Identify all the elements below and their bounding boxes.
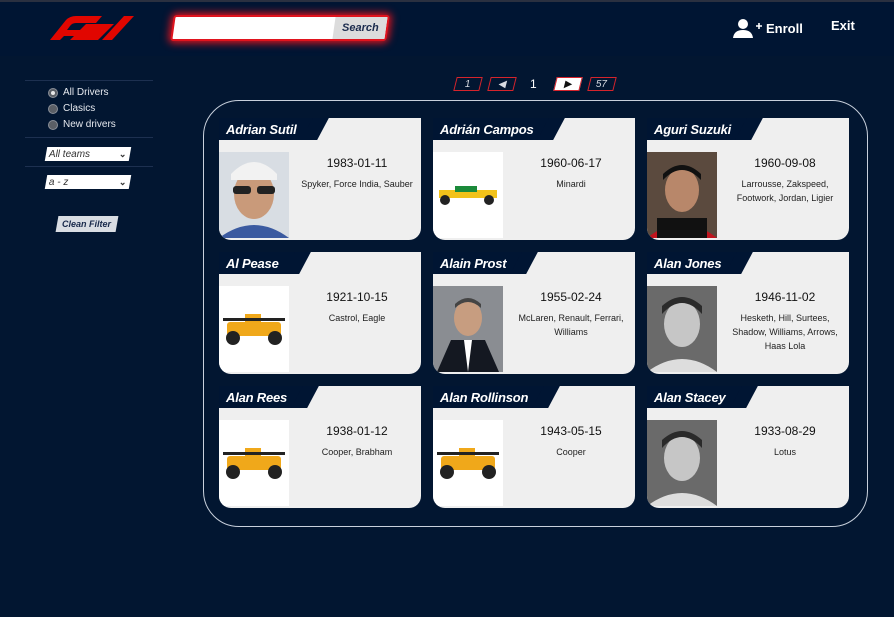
team-select-value: All teams	[49, 148, 91, 160]
driver-name: Alain Prost	[440, 255, 507, 271]
driver-name-banner: Adrian Sutil	[219, 118, 315, 140]
driver-name: Alan Rollinson	[440, 389, 529, 405]
driver-card[interactable]: Adrián Campos 1960-06-17 Minardi	[433, 118, 635, 240]
driver-birth-date: 1933-08-29	[754, 424, 816, 438]
driver-name-banner: Alain Prost	[433, 252, 525, 274]
radio-new-drivers[interactable]: New drivers	[48, 119, 116, 130]
driver-card[interactable]: Alan Jones 1946-11-02 Hesketh, Hill, Surt…	[647, 252, 849, 374]
driver-birth-date: 1960-09-08	[754, 156, 816, 170]
driver-teams: Spyker, Force India, Sauber	[301, 179, 413, 189]
driver-card[interactable]: Alan Rees 1938-01-12 Cooper, Brabham	[219, 386, 421, 508]
driver-card[interactable]: Alan Stacey 1933-08-29 Lotus	[647, 386, 849, 508]
next-page-button[interactable]: ▶	[553, 77, 583, 91]
driver-card[interactable]: Aguri Suzuki 1960-09-08 Larrousse, Zakspe…	[647, 118, 849, 240]
driver-teams: Minardi	[556, 179, 586, 189]
clean-filter-label: Clean Filter	[62, 219, 112, 229]
driver-card[interactable]: Alan Rollinson 1943-05-15 Cooper	[433, 386, 635, 508]
driver-name-banner: Alan Stacey	[647, 386, 744, 408]
clean-filter-button[interactable]: Clean Filter	[55, 216, 119, 232]
driver-photo	[219, 286, 289, 372]
driver-photo	[219, 420, 289, 506]
driver-name-banner: Adrián Campos	[433, 118, 552, 140]
divider	[25, 166, 153, 167]
search-button[interactable]: Search	[332, 17, 388, 39]
f1-logo[interactable]	[40, 14, 136, 42]
driver-birth-date: 1960-06-17	[540, 156, 602, 170]
driver-teams: Cooper, Brabham	[321, 447, 393, 457]
driver-photo	[647, 286, 717, 372]
enroll-label: Enroll	[766, 20, 803, 36]
driver-name: Adrián Campos	[440, 121, 534, 137]
driver-birth-date: 1921-10-15	[326, 290, 388, 304]
team-select[interactable]: All teams ⌄	[44, 147, 132, 161]
driver-card[interactable]: Adrian Sutil 1983-01-11 Spyker, Force Ind…	[219, 118, 421, 240]
driver-name: Aguri Suzuki	[654, 121, 732, 137]
driver-name: Al Pease	[226, 255, 279, 271]
filter-sidebar: All Drivers Clasics New drivers All team…	[0, 56, 160, 617]
driver-name-banner: Alan Jones	[647, 252, 740, 274]
search-input[interactable]	[178, 19, 328, 37]
driver-birth-date: 1983-01-11	[326, 156, 388, 170]
next-arrow-icon: ▶	[564, 78, 572, 90]
driver-birth-date: 1938-01-12	[326, 424, 388, 438]
driver-name: Alan Jones	[654, 255, 722, 271]
prev-arrow-icon: ◀	[498, 78, 506, 90]
search-bar: Search	[170, 15, 390, 41]
driver-name-banner: Aguri Suzuki	[647, 118, 750, 140]
driver-card[interactable]: Alain Prost 1955-02-24 McLaren, Renault, …	[433, 252, 635, 374]
driver-teams: McLaren, Renault, Ferrari, Williams	[518, 313, 624, 337]
driver-teams: Lotus	[773, 447, 797, 457]
driver-photo	[219, 152, 289, 238]
driver-teams: Hesketh, Hill, Surtees, Shadow, Williams…	[732, 313, 838, 351]
current-page: 1	[530, 77, 537, 91]
top-bar: Search Enroll Exit	[0, 0, 894, 56]
driver-birth-date: 1955-02-24	[540, 290, 602, 304]
add-user-icon	[733, 19, 762, 38]
search-button-label: Search	[341, 22, 379, 34]
chevron-down-icon: ⌄	[119, 148, 127, 159]
driver-name-banner: Alan Rees	[219, 386, 306, 408]
driver-name: Adrian Sutil	[226, 121, 297, 137]
enroll-button[interactable]: Enroll	[732, 16, 803, 40]
driver-teams: Castrol, Eagle	[328, 313, 386, 323]
driver-birth-date: 1943-05-15	[540, 424, 602, 438]
driver-photo	[433, 152, 503, 238]
driver-photo	[433, 286, 503, 372]
divider	[25, 137, 153, 138]
first-page-button[interactable]: 1	[453, 77, 483, 91]
sort-select[interactable]: a - z ⌄	[44, 175, 132, 189]
driver-photo	[647, 152, 717, 238]
chevron-down-icon: ⌄	[119, 176, 127, 187]
pagination: 1 ◀ 1 ▶ 57	[0, 77, 894, 91]
radio-label: Clasics	[63, 103, 96, 114]
driver-card[interactable]: Al Pease 1921-10-15 Castrol, Eagle	[219, 252, 421, 374]
exit-button[interactable]: Exit	[831, 18, 855, 33]
prev-page-button[interactable]: ◀	[487, 77, 517, 91]
driver-name: Alan Rees	[226, 389, 288, 405]
radio-clasics[interactable]: Clasics	[48, 103, 95, 114]
driver-photo	[433, 420, 503, 506]
driver-photo	[647, 420, 717, 506]
driver-teams: Larrousse, Zakspeed, Footwork, Jordan, L…	[736, 179, 834, 203]
driver-name-banner: Alan Rollinson	[433, 386, 547, 408]
last-page-label: 57	[596, 78, 608, 90]
first-page-label: 1	[465, 78, 471, 90]
driver-birth-date: 1946-11-02	[754, 290, 816, 304]
last-page-button[interactable]: 57	[587, 77, 617, 91]
radio-label: New drivers	[63, 119, 116, 130]
sort-select-value: a - z	[49, 176, 69, 188]
radio-button[interactable]	[48, 119, 58, 130]
driver-name: Alan Stacey	[654, 389, 726, 405]
radio-button[interactable]	[48, 103, 58, 114]
driver-name-banner: Al Pease	[219, 252, 297, 274]
driver-teams: Cooper	[556, 447, 586, 457]
